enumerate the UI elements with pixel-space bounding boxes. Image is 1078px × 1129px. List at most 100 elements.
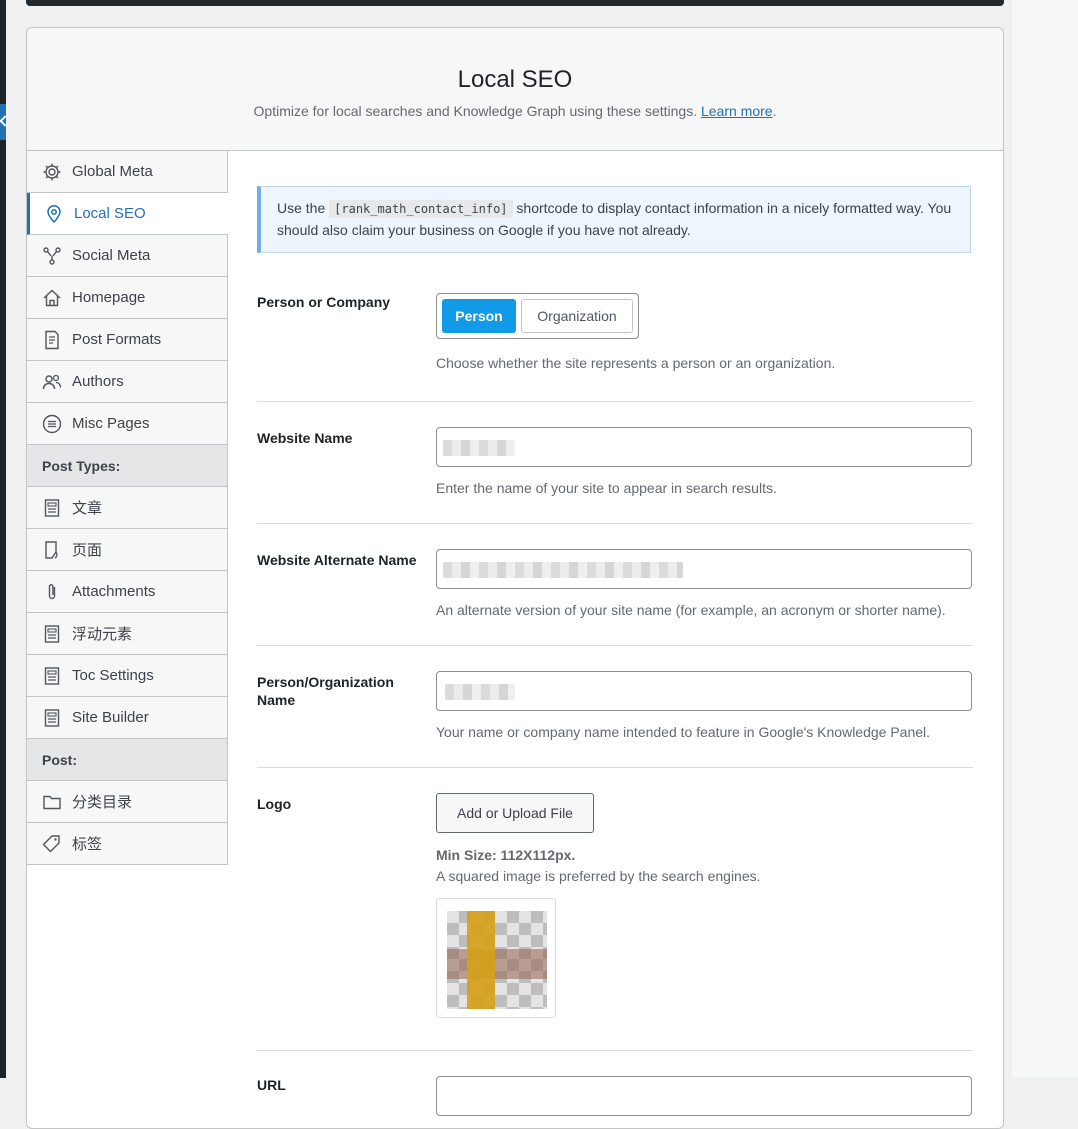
sidebar-item-misc-pages[interactable]: Misc Pages xyxy=(27,403,227,445)
field-label: URL xyxy=(257,1077,286,1093)
sidebar-item-authors[interactable]: Authors xyxy=(27,361,227,403)
top-bar xyxy=(26,0,1004,6)
settings-panel: Local SEO Optimize for local searches an… xyxy=(26,27,1004,1129)
field-url: URL xyxy=(257,1051,973,1128)
users-icon xyxy=(41,371,63,393)
person-company-toggle: Person Organization xyxy=(436,293,639,339)
post-icon xyxy=(41,665,63,687)
tag-icon xyxy=(41,833,63,855)
post-icon xyxy=(41,623,63,645)
logo-preview[interactable] xyxy=(436,898,556,1018)
admin-menu-edge xyxy=(0,0,6,1078)
field-label: Website Name xyxy=(257,430,353,446)
page-title: Local SEO xyxy=(457,66,573,93)
shortcode-code: [rank_math_contact_info] xyxy=(329,200,513,218)
field-control: Enter the name of your site to appear in… xyxy=(436,427,972,496)
field-control: Add or Upload File Min Size: 112X112px. … xyxy=(436,793,761,1018)
location-pin-icon xyxy=(43,203,65,225)
home-icon xyxy=(41,287,63,309)
page-subtitle: Optimize for local searches and Knowledg… xyxy=(27,103,1003,119)
sidebar-item-label: 浮动元素 xyxy=(72,626,133,643)
logo-image xyxy=(447,911,547,1009)
sidebar-item-label: Social Meta xyxy=(72,247,151,264)
field-person-or-company: Person or Company Person Organization Ch… xyxy=(257,253,973,402)
shortcode-notice: Use the [rank_math_contact_info] shortco… xyxy=(257,186,971,253)
field-control xyxy=(436,1076,972,1116)
field-label: Person/Organization Name xyxy=(257,674,394,708)
document-icon xyxy=(41,329,63,351)
learn-more-link[interactable]: Learn more xyxy=(701,103,773,119)
gear-icon xyxy=(41,161,63,183)
sidebar-item-local-seo[interactable]: Local SEO xyxy=(27,193,228,235)
sidebar-item-label: 页面 xyxy=(72,542,103,559)
field-label: Logo xyxy=(257,796,292,812)
sidebar-item-label: Local SEO xyxy=(74,205,146,222)
sidebar-item-label: 文章 xyxy=(72,500,103,517)
field-label: Website Alternate Name xyxy=(257,552,417,568)
sidebar-item-label: 标签 xyxy=(72,836,103,853)
collapse-menu-button[interactable] xyxy=(0,104,6,140)
redacted-value xyxy=(443,440,515,456)
settings-content: Use the [rank_math_contact_info] shortco… xyxy=(257,151,973,1128)
paperclip-icon xyxy=(41,581,63,603)
sidebar-item-pages[interactable]: 页面 xyxy=(27,529,227,571)
field-website-alternate-name: Website Alternate Name An alternate vers… xyxy=(257,524,973,646)
subtitle-text: Optimize for local searches and Knowledg… xyxy=(253,103,698,119)
person-button[interactable]: Person xyxy=(442,299,516,333)
sidebar-item-label: Authors xyxy=(72,373,124,390)
sidebar-item-label: Site Builder xyxy=(72,709,149,726)
post-heading: Post: xyxy=(27,739,227,781)
list-circle-icon xyxy=(41,413,63,435)
sidebar-item-social-meta[interactable]: Social Meta xyxy=(27,235,227,277)
panel-header: Local SEO Optimize for local searches an… xyxy=(27,28,1003,151)
page-background-strip xyxy=(1012,0,1078,1078)
settings-sidebar: Global Meta Local SEO Social Meta Homepa… xyxy=(27,151,228,865)
field-description: A squared image is preferred by the sear… xyxy=(436,868,761,884)
sidebar-item-label: Homepage xyxy=(72,289,146,306)
website-name-input[interactable] xyxy=(436,427,972,467)
sidebar-item-label: Misc Pages xyxy=(72,415,150,432)
sidebar-item-label: Global Meta xyxy=(72,163,153,180)
sidebar-item-homepage[interactable]: Homepage xyxy=(27,277,227,319)
subtitle-period: . xyxy=(772,103,777,119)
sidebar-item-label: Post Formats xyxy=(72,331,162,348)
redacted-value xyxy=(443,562,683,578)
sidebar-item-label: 分类目录 xyxy=(72,794,133,811)
sidebar-item-site-builder[interactable]: Site Builder xyxy=(27,697,227,739)
field-website-name: Website Name Enter the name of your site… xyxy=(257,402,973,524)
field-logo: Logo Add or Upload File Min Size: 112X11… xyxy=(257,768,973,1051)
sidebar-item-categories[interactable]: 分类目录 xyxy=(27,781,227,823)
field-description: Your name or company name intended to fe… xyxy=(436,724,931,740)
field-description: Enter the name of your site to appear in… xyxy=(436,480,777,496)
logo-min-size: Min Size: 112X112px. xyxy=(436,847,576,863)
field-control: Person Organization Choose whether the s… xyxy=(436,293,835,371)
add-upload-file-button[interactable]: Add or Upload File xyxy=(436,793,594,833)
sidebar-item-floating-elements[interactable]: 浮动元素 xyxy=(27,613,227,655)
org-name-input[interactable] xyxy=(436,671,972,711)
field-description: Choose whether the site represents a per… xyxy=(436,355,836,371)
url-input[interactable] xyxy=(436,1076,972,1116)
redacted-value xyxy=(445,684,515,700)
post-icon xyxy=(41,497,63,519)
sidebar-item-global-meta[interactable]: Global Meta xyxy=(27,151,227,193)
organization-button[interactable]: Organization xyxy=(521,299,633,333)
field-description: An alternate version of your site name (… xyxy=(436,602,946,618)
post-icon xyxy=(41,707,63,729)
field-org-name: Person/Organization Name Your name or co… xyxy=(257,646,973,768)
website-alternate-name-input[interactable] xyxy=(436,549,972,589)
post-types-heading: Post Types: xyxy=(27,445,227,487)
sidebar-item-posts[interactable]: 文章 xyxy=(27,487,227,529)
field-control: Your name or company name intended to fe… xyxy=(436,671,972,740)
network-icon xyxy=(41,245,63,267)
sidebar-item-label: Toc Settings xyxy=(72,667,154,684)
page-icon xyxy=(41,539,63,561)
folder-icon xyxy=(41,791,63,813)
sidebar-item-post-formats[interactable]: Post Formats xyxy=(27,319,227,361)
notice-text-before: Use the xyxy=(277,200,326,216)
sidebar-item-attachments[interactable]: Attachments xyxy=(27,571,227,613)
sidebar-item-tags[interactable]: 标签 xyxy=(27,823,227,865)
field-label: Person or Company xyxy=(257,294,391,310)
sidebar-item-label: Attachments xyxy=(72,583,156,600)
sidebar-item-toc-settings[interactable]: Toc Settings xyxy=(27,655,227,697)
field-control: An alternate version of your site name (… xyxy=(436,549,972,618)
